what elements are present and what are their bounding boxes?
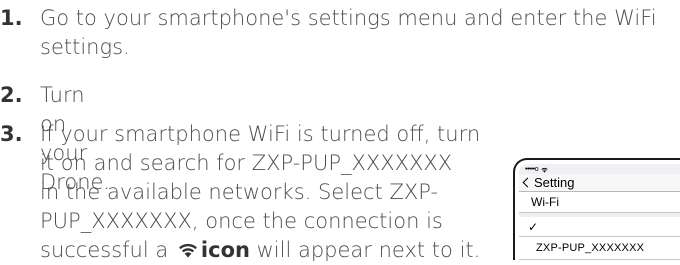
status-bar: •••••o [525, 165, 548, 174]
step-text: If your smartphone WiFi is turned off, t… [40, 120, 510, 265]
phone-screen: •••••o Setting Wi-Fi ✓ ZXP-PUP_XXXXXXX [519, 164, 680, 260]
connected-network-row[interactable]: ✓ [519, 217, 680, 237]
wifi-icon [179, 243, 197, 258]
network-list-item[interactable]: ZXP-PUP_XXXXXXX [519, 237, 680, 260]
step-number: 2. [0, 83, 23, 107]
back-button[interactable]: Setting [522, 174, 574, 191]
step-text: Go to your smartphone's settings menu an… [40, 6, 657, 59]
step-text-after-icon: will appear next to it. [249, 238, 481, 262]
step-number: 1. [0, 6, 23, 30]
back-label: Setting [534, 175, 575, 190]
signal-indicator: •••••o [525, 166, 539, 173]
wifi-toggle-row[interactable]: Wi-Fi [519, 192, 680, 213]
wifi-icon [541, 167, 548, 173]
icon-word: icon [200, 238, 250, 262]
network-name: ZXP-PUP_XXXXXXX [536, 242, 645, 254]
nav-bar: Setting [519, 174, 680, 192]
checkmark-icon: ✓ [528, 219, 539, 234]
step-number: 3. [0, 122, 23, 146]
wifi-row-label: Wi-Fi [531, 195, 559, 209]
phone-illustration: •••••o Setting Wi-Fi ✓ ZXP-PUP_XXXXXXX [513, 158, 680, 260]
chevron-left-icon [522, 177, 533, 188]
